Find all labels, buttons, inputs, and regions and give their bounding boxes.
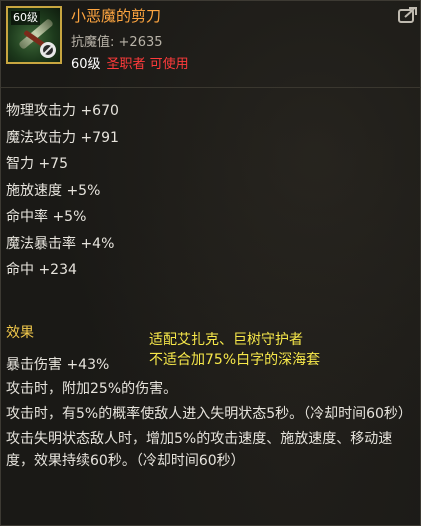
usable-text: 可使用	[149, 57, 189, 72]
requirement-row: 60级 圣职者 可使用	[71, 56, 189, 74]
resist-label: 抗魔值:	[71, 35, 115, 50]
stat-intelligence: 智力 +75	[6, 156, 68, 172]
resist-value: +2635	[118, 35, 163, 50]
stat-list: 物理攻击力 +670 魔法攻击力 +791 智力 +75 施放速度 +5% 命中…	[6, 98, 119, 284]
header-divider	[1, 87, 421, 88]
item-level-badge: 60级	[11, 11, 40, 25]
share-icon[interactable]	[398, 6, 418, 24]
item-name: 小恶魔的剪刀	[71, 7, 162, 25]
item-icon[interactable]: 60级	[6, 6, 62, 64]
effect-crit-damage: 暴击伤害 +43%	[6, 357, 110, 373]
effect-line: 攻击时，附加25%的伤害。	[6, 381, 178, 397]
stat-magic-attack: 魔法攻击力 +791	[6, 129, 119, 146]
stat-physical-attack: 物理攻击力 +670	[6, 103, 119, 119]
stat-magic-crit-rate: 魔法暴击率 +4%	[6, 235, 115, 252]
user-annotation: 适配艾扎克、巨树守护者 不适合加75%白字的深海套	[149, 330, 320, 370]
stat-hit: 命中 +234	[6, 262, 77, 278]
stat-hit-rate: 命中率 +5%	[6, 209, 87, 225]
required-level: 60级	[71, 57, 101, 72]
resist-value-row: 抗魔值: +2635	[71, 34, 163, 52]
annotation-line: 适配艾扎克、巨树守护者	[149, 332, 303, 348]
no-entry-icon	[40, 42, 56, 58]
required-class: 圣职者	[106, 57, 146, 72]
effect-line: 攻击失明状态敌人时，增加5%的攻击速度、施放速度、移动速度，效果持续60秒。（冷…	[6, 431, 393, 469]
item-tooltip: 60级 小恶魔的剪刀 抗魔值: +2635 60级 圣职者 可使用 物理攻击力 +6…	[0, 0, 421, 526]
annotation-line: 不适合加75%白字的深海套	[149, 352, 321, 368]
effect-line: 攻击时，有5%的概率使敌人进入失明状态5秒。（冷却时间60秒）	[6, 406, 412, 422]
effect-description: 攻击时，附加25%的伤害。 攻击时，有5%的概率使敌人进入失明状态5秒。（冷却时…	[6, 378, 412, 475]
effect-title: 效果	[6, 325, 34, 341]
stat-cast-speed: 施放速度 +5%	[6, 182, 101, 199]
